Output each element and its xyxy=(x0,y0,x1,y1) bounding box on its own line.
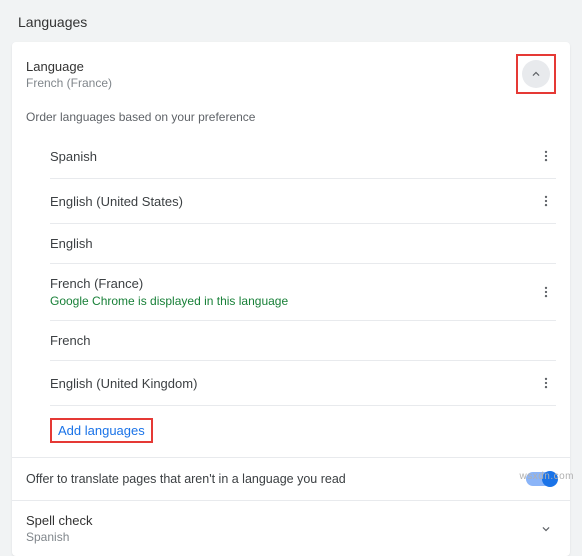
list-item-left: French xyxy=(50,333,90,348)
language-name: French (France) xyxy=(50,276,288,291)
more-vert-icon xyxy=(539,376,553,390)
language-header-left: Language French (France) xyxy=(26,59,112,90)
more-options-button[interactable] xyxy=(536,191,556,211)
add-languages-row: Add languages xyxy=(50,406,556,457)
collapse-button[interactable] xyxy=(522,60,550,88)
chevron-up-icon xyxy=(529,67,543,81)
more-options-button[interactable] xyxy=(536,373,556,393)
list-item: English (United Kingdom) xyxy=(50,361,556,406)
spell-check-value: Spanish xyxy=(26,530,92,544)
list-item: Spanish xyxy=(50,134,556,179)
list-item: English (United States) xyxy=(50,179,556,224)
collapse-highlight xyxy=(516,54,556,94)
page-title: Languages xyxy=(12,10,570,42)
spell-check-left: Spell check Spanish xyxy=(26,513,92,544)
language-value: French (France) xyxy=(26,76,112,90)
add-languages-link[interactable]: Add languages xyxy=(58,423,145,438)
list-item-left: English (United Kingdom) xyxy=(50,376,197,391)
more-vert-icon xyxy=(539,149,553,163)
list-item: French (France) Google Chrome is display… xyxy=(50,264,556,321)
list-item: French xyxy=(50,321,556,361)
languages-card: Language French (France) Order languages… xyxy=(12,42,570,556)
language-name: English (United States) xyxy=(50,194,183,209)
language-header: Language French (France) xyxy=(12,42,570,104)
chevron-down-icon xyxy=(539,522,553,536)
translate-row: Offer to translate pages that aren't in … xyxy=(12,457,570,500)
spell-check-row[interactable]: Spell check Spanish xyxy=(12,500,570,556)
add-languages-highlight: Add languages xyxy=(50,418,153,443)
language-subtitle: Google Chrome is displayed in this langu… xyxy=(50,294,288,308)
language-name: English (United Kingdom) xyxy=(50,376,197,391)
language-name: Spanish xyxy=(50,149,97,164)
list-item-left: French (France) Google Chrome is display… xyxy=(50,276,288,308)
watermark: wsxdn.com xyxy=(519,471,574,482)
more-vert-icon xyxy=(539,285,553,299)
order-instruction: Order languages based on your preference xyxy=(12,104,570,134)
spell-check-label: Spell check xyxy=(26,513,92,528)
language-name: French xyxy=(50,333,90,348)
expand-button[interactable] xyxy=(536,519,556,539)
more-options-button[interactable] xyxy=(536,146,556,166)
language-label: Language xyxy=(26,59,112,74)
list-item-left: English xyxy=(50,236,93,251)
list-item-left: English (United States) xyxy=(50,194,183,209)
more-vert-icon xyxy=(539,194,553,208)
more-options-button[interactable] xyxy=(536,282,556,302)
list-item-left: Spanish xyxy=(50,149,97,164)
translate-label: Offer to translate pages that aren't in … xyxy=(26,472,346,486)
list-item: English xyxy=(50,224,556,264)
language-name: English xyxy=(50,236,93,251)
language-list: Spanish English (United States) English … xyxy=(12,134,570,457)
